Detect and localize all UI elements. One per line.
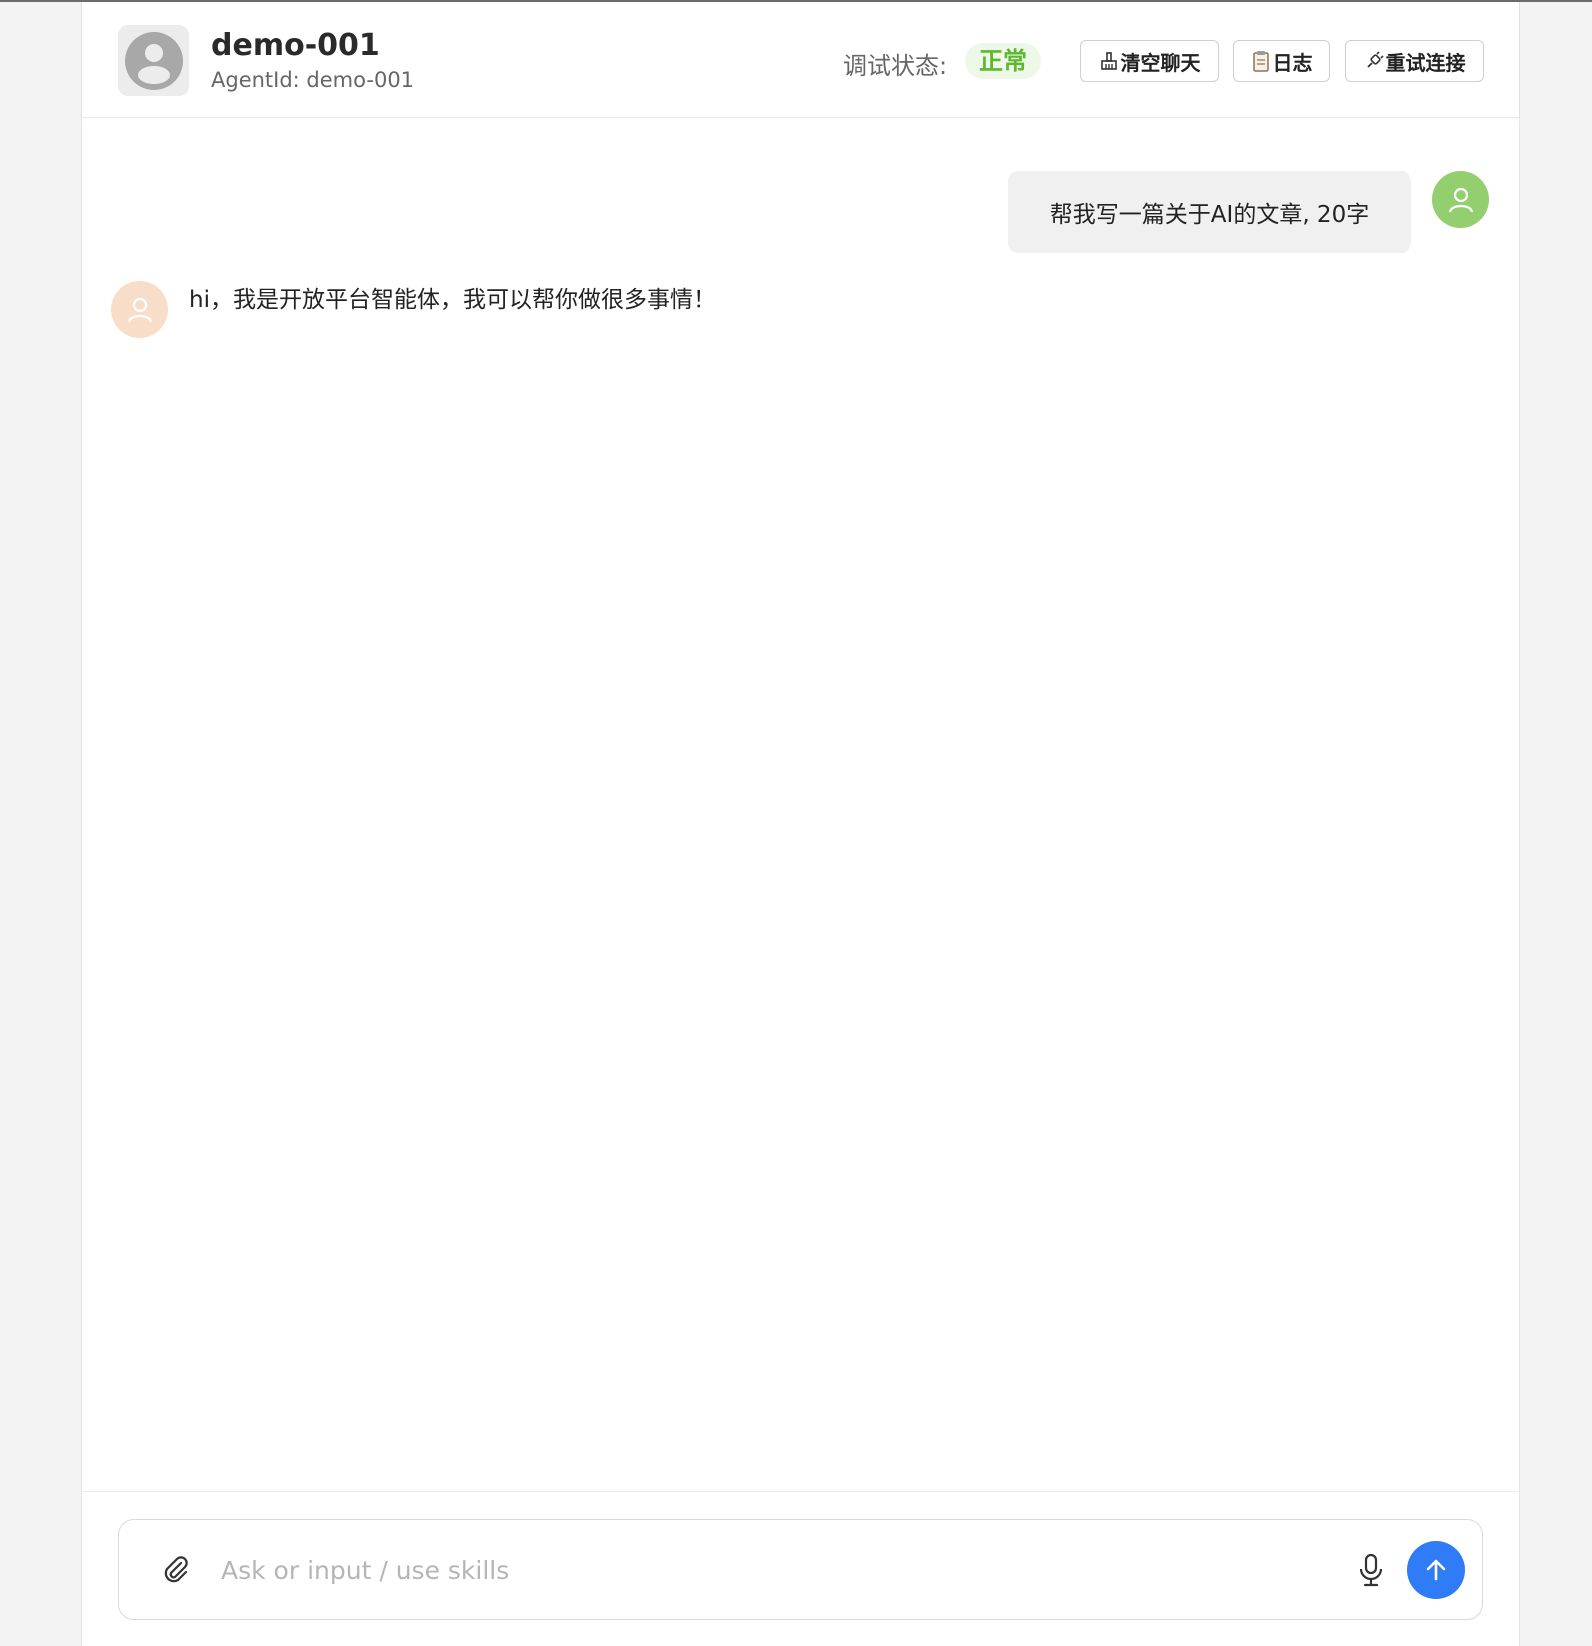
plug-icon — [1364, 51, 1384, 71]
chat-input[interactable] — [219, 1544, 1269, 1596]
clipboard-icon — [1251, 50, 1271, 72]
microphone-icon — [1359, 1553, 1383, 1587]
retry-connection-button[interactable]: 重试连接 — [1345, 40, 1484, 82]
assistant-avatar — [111, 281, 168, 338]
agent-name: demo-001 — [211, 28, 380, 63]
chat-messages: 帮我写一篇关于AI的文章, 20字 hi，我是开放平台智能体，我可以帮你做很多事… — [82, 119, 1519, 1491]
user-outline-icon — [127, 297, 152, 322]
log-label: 日志 — [1272, 50, 1313, 75]
user-message-bubble: 帮我写一篇关于AI的文章, 20字 — [1008, 171, 1411, 253]
attach-button[interactable] — [159, 1553, 193, 1587]
arrow-up-icon — [1426, 1559, 1446, 1581]
clear-chat-button[interactable]: 清空聊天 — [1080, 40, 1219, 82]
clear-chat-label: 清空聊天 — [1120, 50, 1201, 75]
user-avatar — [1432, 171, 1489, 228]
user-outline-icon — [1448, 187, 1473, 212]
composer-divider — [82, 1491, 1519, 1492]
log-button[interactable]: 日志 — [1233, 40, 1330, 82]
retry-connection-label: 重试连接 — [1385, 50, 1466, 75]
broom-icon — [1099, 51, 1119, 71]
agent-avatar — [118, 25, 189, 96]
chat-app: demo-001 AgentId: demo-001 调试状态: 正常 清空聊天 — [81, 2, 1520, 1646]
voice-input-button[interactable] — [1355, 1552, 1387, 1588]
header-bar: demo-001 AgentId: demo-001 调试状态: 正常 清空聊天 — [82, 2, 1519, 118]
assistant-message: hi，我是开放平台智能体，我可以帮你做很多事情！ — [189, 287, 716, 313]
debug-status-label: 调试状态: — [843, 52, 948, 80]
agent-id: AgentId: demo-001 — [211, 68, 415, 92]
composer-box — [118, 1519, 1483, 1620]
person-silhouette-icon — [124, 31, 183, 90]
send-button[interactable] — [1407, 1541, 1465, 1599]
status-badge: 正常 — [965, 43, 1041, 79]
paperclip-icon — [164, 1556, 188, 1583]
